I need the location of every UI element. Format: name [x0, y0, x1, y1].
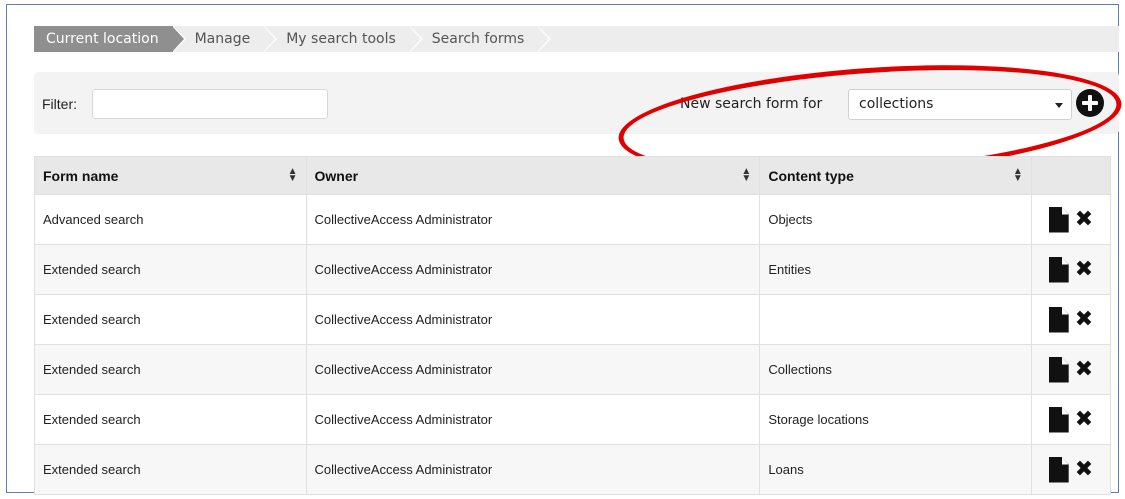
- cell-content-type: Entities: [759, 244, 1032, 295]
- cell-owner: CollectiveAccess Administrator: [305, 394, 761, 445]
- edit-document-icon[interactable]: [1048, 456, 1069, 483]
- content-type-select[interactable]: collections: [848, 89, 1072, 120]
- cell-form-name: Advanced search: [34, 194, 307, 245]
- column-header-label: Form name: [43, 167, 119, 184]
- filter-input[interactable]: [92, 89, 328, 119]
- new-search-form-label: New search form for: [680, 96, 823, 112]
- edit-document-icon[interactable]: [1048, 256, 1069, 283]
- cell-owner: CollectiveAccess Administrator: [305, 194, 761, 245]
- edit-document-icon[interactable]: [1048, 406, 1069, 433]
- breadcrumb: Current location Manage My search tools …: [34, 26, 1119, 52]
- delete-icon[interactable]: ✖: [1075, 308, 1093, 331]
- column-header-owner[interactable]: Owner ▲ ▼: [305, 156, 761, 195]
- cell-actions: ✖: [1030, 444, 1112, 495]
- table-row: Extended search CollectiveAccess Adminis…: [34, 244, 1112, 295]
- column-header-actions: [1030, 156, 1112, 195]
- cell-form-name: Extended search: [34, 294, 307, 345]
- cell-actions: ✖: [1030, 244, 1112, 295]
- cell-form-name: Extended search: [34, 244, 307, 295]
- breadcrumb-search-forms[interactable]: Search forms: [409, 26, 552, 52]
- cell-owner: CollectiveAccess Administrator: [305, 444, 761, 495]
- cell-content-type: Objects: [759, 194, 1032, 245]
- delete-icon[interactable]: ✖: [1075, 458, 1093, 481]
- cell-actions: ✖: [1030, 394, 1112, 445]
- delete-icon[interactable]: ✖: [1075, 258, 1093, 281]
- cell-form-name: Extended search: [34, 444, 307, 495]
- content-type-select-value: collections: [859, 96, 934, 112]
- cell-content-type: [759, 294, 1032, 345]
- edit-document-icon[interactable]: [1048, 206, 1069, 233]
- breadcrumb-manage[interactable]: Manage: [172, 26, 277, 52]
- search-forms-table: Form name ▲ ▼ Owner ▲ ▼ Content type ▲ ▼ Ad…: [34, 156, 1112, 495]
- table-row: Extended search CollectiveAccess Adminis…: [34, 444, 1112, 495]
- delete-icon[interactable]: ✖: [1075, 208, 1093, 231]
- table-header-row: Form name ▲ ▼ Owner ▲ ▼ Content type ▲ ▼: [34, 156, 1112, 195]
- edit-document-icon[interactable]: [1048, 306, 1069, 333]
- cell-owner: CollectiveAccess Administrator: [305, 344, 761, 395]
- cell-owner: CollectiveAccess Administrator: [305, 294, 761, 345]
- cell-form-name: Extended search: [34, 344, 307, 395]
- column-header-form-name[interactable]: Form name ▲ ▼: [34, 156, 307, 195]
- filter-label: Filter:: [42, 96, 77, 112]
- table-row: Advanced search CollectiveAccess Adminis…: [34, 194, 1112, 245]
- cell-content-type: Storage locations: [759, 394, 1032, 445]
- cell-owner: CollectiveAccess Administrator: [305, 244, 761, 295]
- sort-icon: ▲ ▼: [1012, 166, 1023, 184]
- breadcrumb-my-search-tools[interactable]: My search tools: [264, 26, 423, 52]
- column-header-label: Owner: [314, 167, 359, 184]
- chevron-down-icon: [1055, 103, 1063, 108]
- sort-icon: ▲ ▼: [287, 166, 298, 184]
- table-row: Extended search CollectiveAccess Adminis…: [34, 294, 1112, 345]
- cell-actions: ✖: [1030, 344, 1112, 395]
- cell-actions: ✖: [1030, 294, 1112, 345]
- cell-content-type: Loans: [759, 444, 1032, 495]
- column-header-content-type[interactable]: Content type ▲ ▼: [759, 156, 1032, 195]
- edit-document-icon[interactable]: [1048, 356, 1069, 383]
- table-row: Extended search CollectiveAccess Adminis…: [34, 394, 1112, 445]
- delete-icon[interactable]: ✖: [1075, 408, 1093, 431]
- cell-actions: ✖: [1030, 194, 1112, 245]
- delete-icon[interactable]: ✖: [1075, 358, 1093, 381]
- column-header-label: Content type: [768, 167, 854, 184]
- cell-form-name: Extended search: [34, 394, 307, 445]
- cell-content-type: Collections: [759, 344, 1032, 395]
- table-row: Extended search CollectiveAccess Adminis…: [34, 344, 1112, 395]
- plus-circle-icon[interactable]: [1076, 89, 1104, 117]
- filter-bar: Filter: New search form for collections: [34, 72, 1119, 134]
- breadcrumb-current-location[interactable]: Current location: [34, 26, 186, 52]
- sort-icon: ▲ ▼: [741, 166, 752, 184]
